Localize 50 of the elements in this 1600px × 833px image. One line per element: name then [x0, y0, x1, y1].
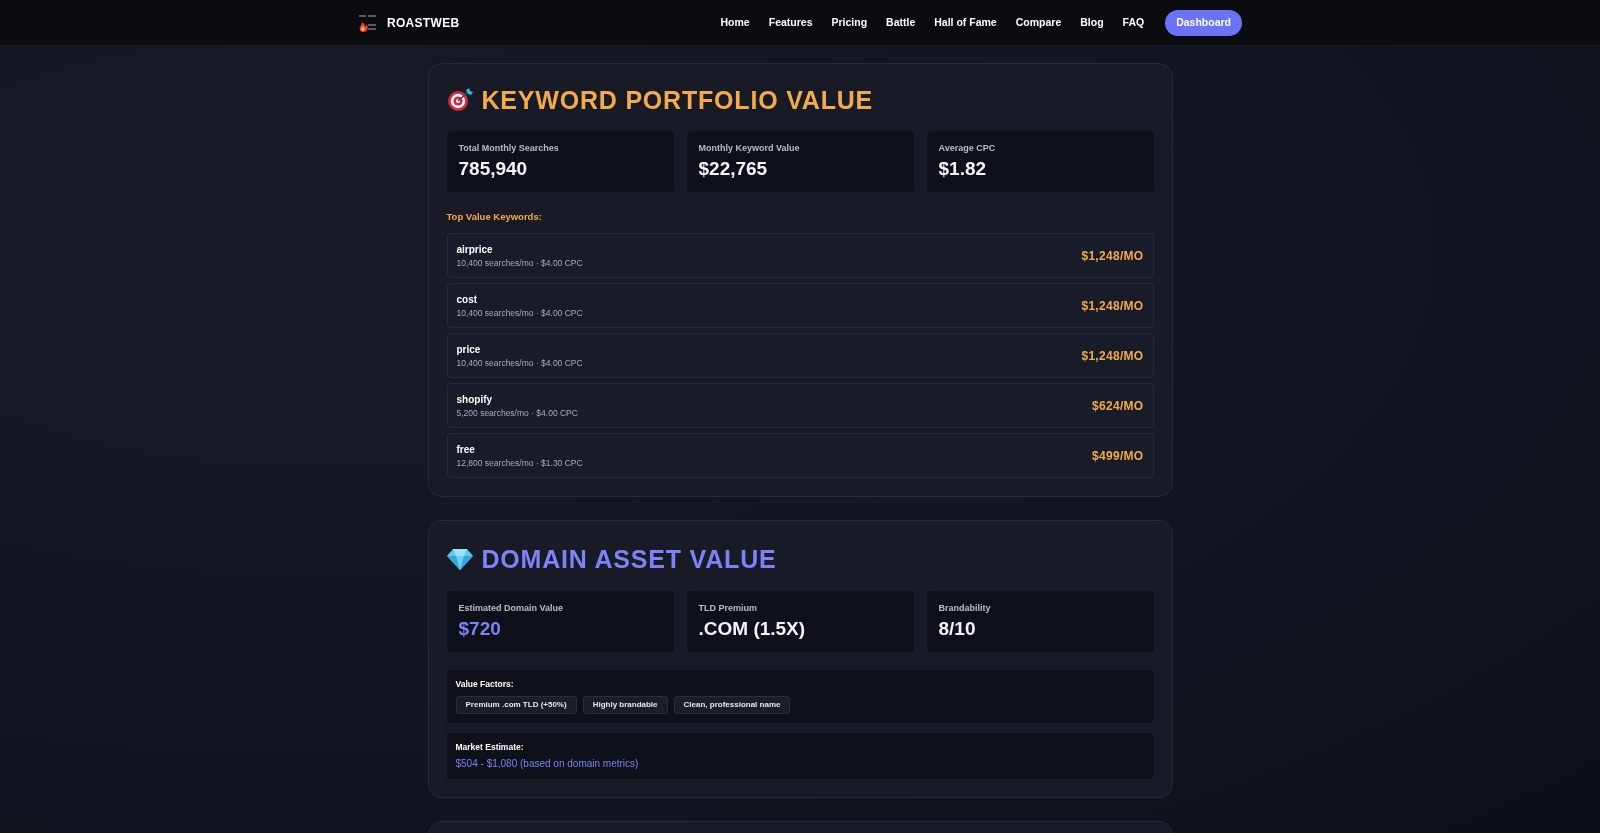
nav-link[interactable]: Pricing [831, 14, 868, 31]
factor-tag: Premium .com TLD (+50%) [455, 696, 577, 714]
keyword-value: $1,248/MO [1081, 297, 1144, 315]
keyword-details: 5,200 searches/mo · $4.00 CPC [456, 407, 578, 419]
stat-value: $1.82 [938, 157, 988, 181]
list-heading: Top Value Keywords: [446, 211, 542, 223]
target-icon [446, 88, 473, 112]
stat-label: Total Monthly Searches [458, 142, 560, 154]
keyword-name: free [456, 442, 475, 456]
stat-value: .COM (1.5X) [698, 617, 807, 641]
stat-label: Monthly Keyword Value [698, 142, 801, 154]
dashboard-button[interactable]: Dashboard [1165, 9, 1242, 36]
panel-label: Market Estimate: [455, 742, 524, 753]
stat-label: Brandability [938, 602, 992, 614]
stat-label: TLD Premium [698, 602, 758, 614]
nav-link[interactable]: Home [720, 14, 750, 31]
stat-value: 8/10 [938, 617, 977, 641]
brand-link[interactable]: ROASTWEB [358, 12, 460, 33]
keyword-value: $1,248/MO [1081, 247, 1144, 265]
stat-value: 785,940 [458, 157, 529, 181]
keyword-details: 12,800 searches/mo · $1.30 CPC [456, 457, 583, 469]
nav-link[interactable]: FAQ [1122, 14, 1145, 31]
factor-tag: Highly brandable [582, 696, 668, 714]
flame-logo-icon [358, 12, 378, 33]
brand-name: ROASTWEB [387, 14, 460, 32]
nav-link[interactable]: Compare [1015, 14, 1062, 31]
keyword-name: airprice [456, 242, 493, 256]
keyword-details: 10,400 searches/mo · $4.00 CPC [456, 357, 583, 369]
nav-link[interactable]: Features [768, 14, 813, 31]
section-title: KEYWORD PORTFOLIO VALUE [481, 85, 874, 115]
section-title: DOMAIN ASSET VALUE [481, 544, 777, 574]
keyword-value: $624/MO [1092, 397, 1144, 415]
keyword-name: cost [456, 292, 478, 306]
market-estimate-value: $504 - $1,080 (based on domain metrics) [455, 757, 639, 770]
factor-tag: Clean, professional name [673, 696, 791, 714]
keyword-value: $499/MO [1092, 447, 1144, 465]
nav-link[interactable]: Blog [1080, 14, 1104, 31]
nav-link[interactable]: Battle [886, 14, 916, 31]
stat-value: $720 [458, 617, 502, 641]
keyword-details: 10,400 searches/mo · $4.00 CPC [456, 257, 583, 269]
stat-label: Average CPC [938, 142, 997, 154]
keyword-name: shopify [456, 392, 493, 406]
keyword-value: $1,248/MO [1081, 347, 1144, 365]
stat-label: Estimated Domain Value [458, 602, 565, 614]
keyword-details: 10,400 searches/mo · $4.00 CPC [456, 307, 583, 319]
nav-link[interactable]: Hall of Fame [934, 14, 997, 31]
keyword-name: price [456, 342, 481, 356]
diamond-icon [446, 548, 473, 570]
stat-value: $22,765 [698, 157, 769, 181]
panel-label: Value Factors: [455, 679, 514, 690]
